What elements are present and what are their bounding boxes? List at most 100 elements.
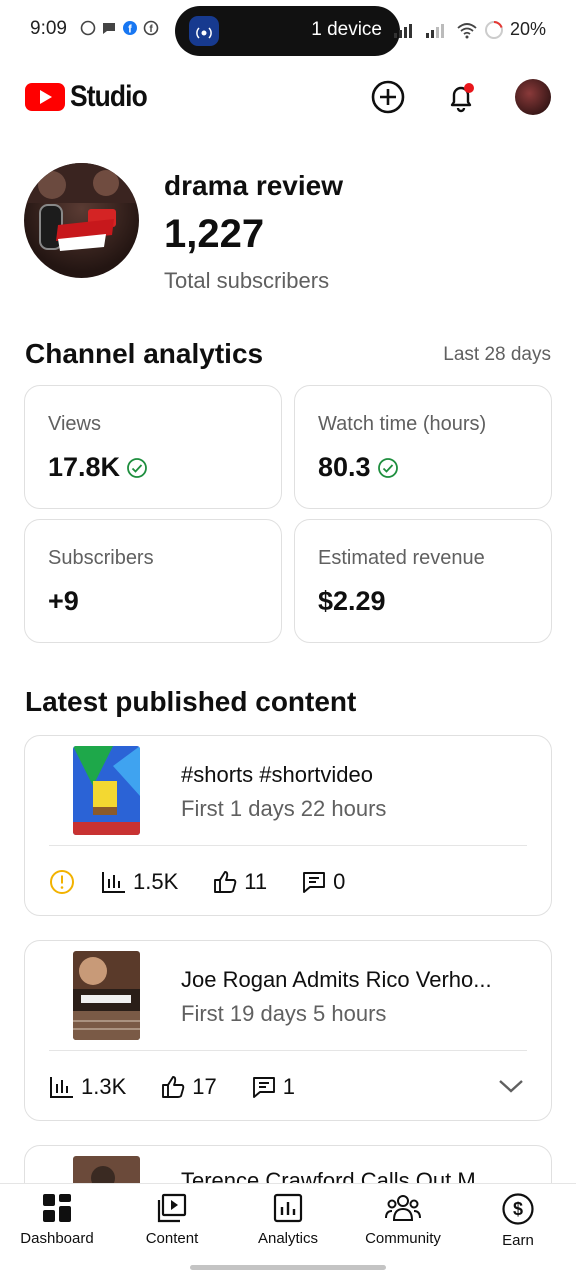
thumbs-up-icon <box>162 1076 185 1098</box>
signal-4g-icon-2 <box>425 23 444 38</box>
nav-earn[interactable]: $ Earn <box>463 1192 573 1249</box>
stat-value: 17.8K <box>48 452 148 483</box>
earn-icon: $ <box>502 1193 534 1225</box>
content-card[interactable]: Joe Rogan Admits Rico Verho... First 19 … <box>24 940 552 1121</box>
stat-card-views[interactable]: Views 17.8K <box>24 385 282 509</box>
stat-label: Views <box>48 413 101 435</box>
likes-count: 17 <box>192 1074 217 1099</box>
chevron-down-icon[interactable] <box>497 1076 525 1096</box>
content-icon <box>157 1193 187 1223</box>
studio-logo[interactable]: Studio <box>25 80 157 114</box>
notification-icons: f f <box>80 20 159 36</box>
content-card[interactable]: #shorts #shortvideo First 1 days 22 hour… <box>24 735 552 916</box>
system-indicators: 20% <box>392 19 546 40</box>
whatsapp-icon <box>80 20 96 36</box>
bar-chart-icon <box>102 872 125 893</box>
thumbs-up-icon <box>214 871 237 893</box>
nav-community[interactable]: Community <box>348 1192 458 1247</box>
check-circle-icon <box>377 457 398 478</box>
views-metric: 1.5K <box>101 869 178 895</box>
analytics-icon <box>273 1193 303 1223</box>
stat-label: Estimated revenue <box>318 547 485 569</box>
subscriber-label: Total subscribers <box>164 268 330 293</box>
card-divider <box>49 1050 527 1051</box>
dynamic-island[interactable]: 1 device <box>175 6 400 56</box>
comments-count: 0 <box>333 869 346 894</box>
status-bar: 9:09 f f 1 device 20% <box>0 0 576 60</box>
app-header: Studio <box>0 62 576 132</box>
likes-metric: 11 <box>212 869 267 895</box>
youtube-play-icon <box>25 83 65 111</box>
stat-value-text: +9 <box>48 586 79 616</box>
video-thumbnail[interactable] <box>73 951 140 1040</box>
warning-status[interactable] <box>49 869 75 895</box>
community-icon <box>385 1195 421 1221</box>
likes-metric: 17 <box>160 1074 217 1100</box>
stat-card-revenue[interactable]: Estimated revenue $2.29 <box>294 519 552 643</box>
video-age: First 19 days 5 hours <box>181 1001 387 1026</box>
stat-value-text: $2.29 <box>318 586 386 616</box>
stat-label: Subscribers <box>48 547 154 569</box>
drama-talk-logo-icon <box>24 163 139 251</box>
nav-content[interactable]: Content <box>117 1192 227 1247</box>
warning-icon <box>50 870 74 894</box>
video-metrics: 1.5K 11 0 <box>49 869 379 895</box>
bar-chart-icon <box>50 1077 73 1098</box>
pill-label: 1 device <box>311 19 382 40</box>
facebook-icon: f <box>123 21 137 36</box>
channel-avatar[interactable] <box>24 163 139 278</box>
stat-value: $2.29 <box>318 586 386 617</box>
stat-value-text: 80.3 <box>318 452 371 482</box>
nav-label: Earn <box>502 1232 534 1249</box>
latest-content-title: Latest published content <box>25 686 357 717</box>
stat-value: +9 <box>48 586 79 617</box>
video-thumbnail[interactable] <box>73 746 140 835</box>
svg-text:$: $ <box>513 1199 523 1219</box>
stat-value-text: 17.8K <box>48 452 121 482</box>
card-divider <box>49 845 527 846</box>
facebook-icon-2: f <box>143 20 159 36</box>
signal-4g-icon <box>393 23 412 38</box>
svg-text:f: f <box>149 24 153 35</box>
likes-count: 11 <box>244 869 268 894</box>
analytics-title: Channel analytics <box>25 338 264 369</box>
channel-name: drama review <box>164 170 343 201</box>
video-age: First 1 days 22 hours <box>181 796 387 821</box>
video-title: #shorts #shortvideo <box>181 762 373 787</box>
dashboard-icon <box>43 1194 71 1222</box>
comments-count: 1 <box>282 1074 295 1099</box>
stat-value: 80.3 <box>318 452 399 483</box>
video-metrics: 1.3K 17 1 <box>49 1074 329 1100</box>
create-button[interactable] <box>369 78 407 116</box>
comments-metric: 1 <box>251 1074 295 1100</box>
comments-metric: 0 <box>301 869 345 895</box>
stat-card-subscribers[interactable]: Subscribers +9 <box>24 519 282 643</box>
comment-icon <box>303 872 326 893</box>
nav-dashboard[interactable]: Dashboard <box>2 1192 112 1247</box>
nav-label: Analytics <box>257 1230 319 1247</box>
nav-label: Content <box>145 1230 199 1247</box>
stat-card-watch-time[interactable]: Watch time (hours) 80.3 <box>294 385 552 509</box>
views-count: 1.5K <box>133 869 179 894</box>
nav-label: Community <box>365 1230 441 1247</box>
notifications-bell-icon[interactable] <box>442 78 480 116</box>
views-count: 1.3K <box>81 1074 127 1099</box>
wifi-icon <box>457 22 477 38</box>
broadcast-icon <box>189 16 219 46</box>
battery-level: 20% <box>509 19 546 39</box>
check-circle-icon <box>127 457 147 478</box>
comment-icon <box>252 1077 275 1098</box>
account-avatar[interactable] <box>515 79 551 115</box>
thumbnail-image <box>73 951 140 1040</box>
subscriber-count: 1,227 <box>164 212 265 256</box>
thumbnail-image <box>73 746 140 835</box>
video-title: Joe Rogan Admits Rico Verho... <box>181 967 492 992</box>
home-indicator[interactable] <box>190 1265 386 1270</box>
svg-text:f: f <box>128 24 132 36</box>
chat-icon <box>103 23 115 34</box>
views-metric: 1.3K <box>49 1074 126 1100</box>
nav-analytics[interactable]: Analytics <box>233 1192 343 1247</box>
stat-label: Watch time (hours) <box>318 413 487 435</box>
nav-label: Dashboard <box>20 1230 94 1247</box>
analytics-period[interactable]: Last 28 days <box>443 344 551 366</box>
